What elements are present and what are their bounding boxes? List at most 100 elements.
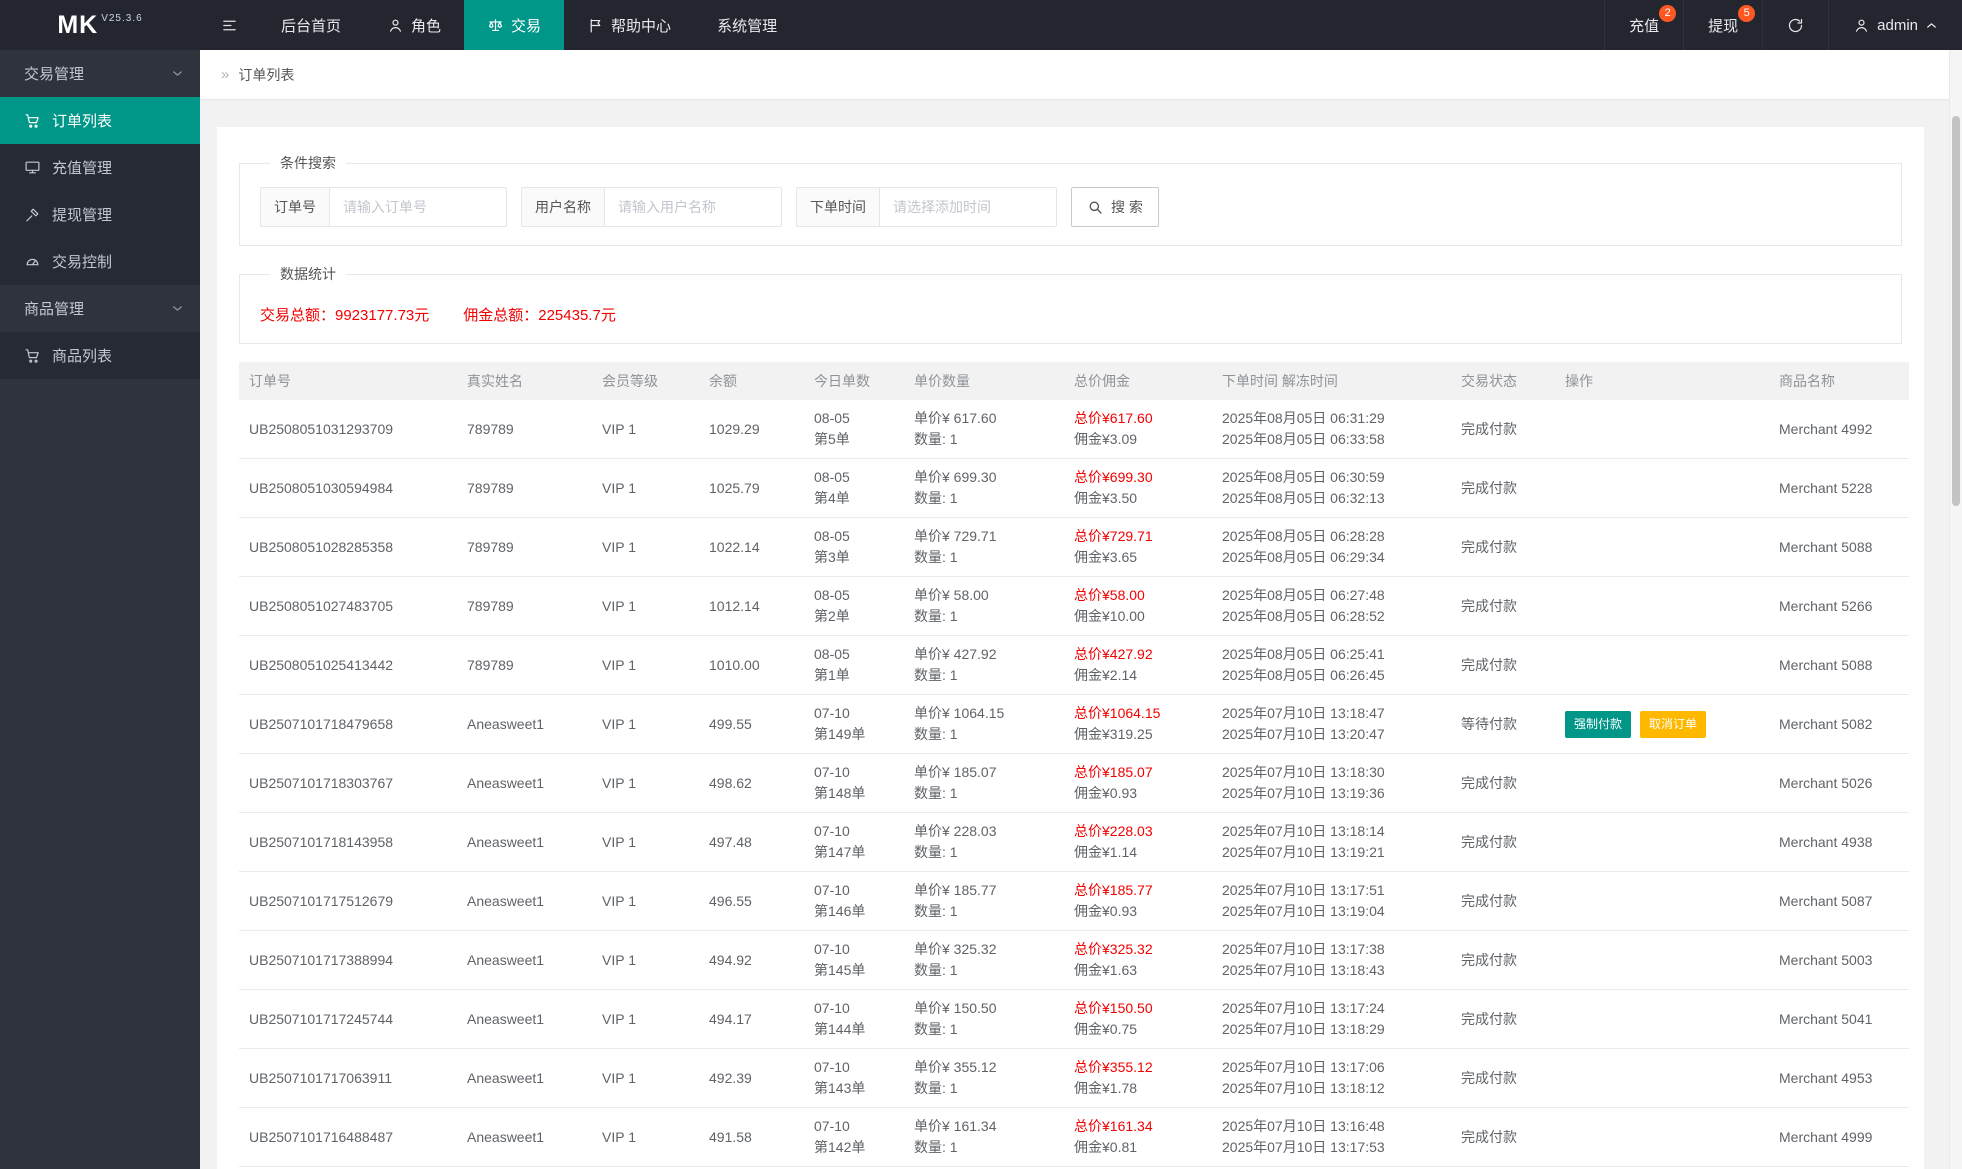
scrollbar-thumb[interactable]: [1952, 116, 1960, 506]
table-row: UB2507101717512679 Aneasweet1 VIP 1 496.55 0…: [239, 871, 1909, 931]
cell-total-commission: 总价¥699.30 佣金¥3.50: [1064, 458, 1212, 518]
sidebar-item-label: 充值管理: [52, 160, 113, 177]
search-fieldset: 条件搜索 订单号 用户名称 下单时间 搜 索: [239, 153, 1902, 246]
recharge-badge: 2: [1659, 5, 1677, 22]
cell-actions: [1555, 989, 1769, 1049]
sidebar-item-product-list[interactable]: 商品列表: [0, 332, 200, 379]
cell-unit-price-qty: 单价¥ 355.12 数量: 1: [904, 1048, 1064, 1108]
cell-order-no: UB2508051030594984: [239, 458, 457, 518]
cell-real-name: 789789: [457, 458, 592, 518]
sidebar-item-withdraw-management[interactable]: 提现管理: [0, 191, 200, 238]
cell-status: 完成付款: [1451, 576, 1555, 636]
cell-balance: 491.58: [699, 1107, 804, 1167]
sidebar-group-trade-management[interactable]: 交易管理: [0, 50, 200, 97]
refresh-button[interactable]: [1762, 0, 1828, 50]
cell-real-name: Aneasweet1: [457, 930, 592, 990]
order-list-card: 条件搜索 订单号 用户名称 下单时间 搜 索 数据统计 交易总额：9923177.73…: [217, 127, 1924, 1169]
cancel-order-button[interactable]: 取消订单: [1640, 710, 1707, 738]
withdraw-menu-item[interactable]: 提现 5: [1683, 0, 1762, 50]
sidebar-item-recharge-management[interactable]: 充值管理: [0, 144, 200, 191]
cell-real-name: Aneasweet1: [457, 1048, 592, 1108]
sidebar-subpanel: 订单列表充值管理提现管理 交易控制: [0, 97, 200, 285]
cell-real-name: 789789: [457, 576, 592, 636]
nav-item-label: 角色: [411, 17, 442, 35]
cell-real-name: Aneasweet1: [457, 812, 592, 872]
vertical-scrollbar[interactable]: [1949, 50, 1962, 1169]
cell-status: 等待付款: [1451, 694, 1555, 754]
cell-merchant: Merchant 5003: [1769, 930, 1909, 990]
cell-real-name: Aneasweet1: [457, 871, 592, 931]
chevron-up-icon: [1925, 19, 1938, 32]
cell-merchant: Merchant 5088: [1769, 635, 1909, 695]
cell-balance: 1010.00: [699, 635, 804, 695]
topbar: MK V25.3.6 后台首页 角色 交易 帮助中心 系统管理 充值 2 提现 5 ad…: [0, 0, 1962, 50]
cell-merchant: Merchant 5082: [1769, 694, 1909, 754]
cell-real-name: Aneasweet1: [457, 753, 592, 813]
cell-order-no: UB2508051028285358: [239, 517, 457, 577]
top-navigation: 后台首页 角色 交易 帮助中心 系统管理: [258, 0, 800, 50]
nav-item-dashboard[interactable]: 后台首页: [258, 0, 364, 50]
cell-unit-price-qty: 单价¥ 617.60 数量: 1: [904, 400, 1064, 459]
cell-order-no: UB2507101717245744: [239, 989, 457, 1049]
column-header: 总价佣金: [1064, 362, 1212, 400]
sidebar-item-trade-control[interactable]: 交易控制: [0, 238, 200, 285]
order-time-input[interactable]: [880, 188, 1056, 226]
cell-today-orders: 07-10 第145单: [804, 930, 904, 990]
cell-total-commission: 总价¥150.50 佣金¥0.75: [1064, 989, 1212, 1049]
cell-total-commission: 总价¥1064.15 佣金¥319.25: [1064, 694, 1212, 754]
cell-order-no: UB2507101718479658: [239, 694, 457, 754]
cell-actions: [1555, 871, 1769, 931]
user-icon: [387, 17, 404, 34]
table-row: UB2507101718303767 Aneasweet1 VIP 1 498.62 0…: [239, 753, 1909, 813]
cell-today-orders: 07-10 第142单: [804, 1107, 904, 1167]
cell-vip-level: VIP 1: [592, 576, 699, 636]
cell-merchant: Merchant 5087: [1769, 871, 1909, 931]
cell-order-no: UB2507101717512679: [239, 871, 457, 931]
stats-legend: 数据统计: [280, 266, 336, 282]
sidebar-item-order-list[interactable]: 订单列表: [0, 97, 200, 144]
orders-table-wrap: 订单号 真实姓名 会员等级 余额 今日单数 单价数量 总价佣金 下单时间 解冻时间 交易状态 操作…: [239, 362, 1909, 1169]
order-no-input[interactable]: [330, 188, 506, 226]
breadcrumb: » 订单列表: [200, 50, 1950, 99]
force-pay-button[interactable]: 强制付款: [1565, 710, 1632, 738]
cell-status: 完成付款: [1451, 458, 1555, 518]
search-button[interactable]: 搜 索: [1071, 187, 1159, 227]
search-row: 订单号 用户名称 下单时间 搜 索: [260, 187, 1881, 227]
cell-status: 完成付款: [1451, 400, 1555, 459]
nav-item-trade[interactable]: 交易: [464, 0, 565, 50]
user-name-input[interactable]: [605, 188, 781, 226]
recharge-menu-item[interactable]: 充值 2: [1604, 0, 1683, 50]
cell-order-no: UB2507101718143958: [239, 812, 457, 872]
app-window: MK V25.3.6 后台首页 角色 交易 帮助中心 系统管理 充值 2 提现 5 ad…: [0, 0, 1962, 1169]
cell-actions: [1555, 400, 1769, 459]
search-field-user-name: 用户名称: [521, 187, 782, 227]
nav-item-help-center[interactable]: 帮助中心: [564, 0, 694, 50]
column-header: 下单时间 解冻时间: [1212, 362, 1451, 400]
search-field-label: 下单时间: [797, 188, 880, 226]
recharge-label: 充值: [1629, 17, 1660, 35]
sidebar-toggle-button[interactable]: [200, 0, 258, 50]
admin-label: admin: [1877, 16, 1918, 34]
cell-vip-level: VIP 1: [592, 1048, 699, 1108]
cell-order-no: UB2508051025413442: [239, 635, 457, 695]
sidebar-group-product-management[interactable]: 商品管理: [0, 285, 200, 332]
cell-today-orders: 08-05 第5单: [804, 400, 904, 459]
column-header: 商品名称: [1769, 362, 1909, 400]
search-legend: 条件搜索: [280, 155, 336, 171]
cell-vip-level: VIP 1: [592, 871, 699, 931]
refresh-icon: [1787, 17, 1804, 34]
nav-item-roles[interactable]: 角色: [364, 0, 464, 50]
page-title: 订单列表: [238, 66, 295, 83]
cell-balance: 498.62: [699, 753, 804, 813]
cell-balance: 494.92: [699, 930, 804, 990]
cell-merchant: Merchant 5266: [1769, 576, 1909, 636]
cell-actions: [1555, 1048, 1769, 1108]
nav-item-label: 系统管理: [717, 17, 778, 35]
cell-times: 2025年07月10日 13:18:14 2025年07月10日 13:19:21: [1212, 812, 1451, 872]
total-amount-stat: 交易总额：9923177.73元: [260, 307, 430, 324]
search-button-label: 搜 索: [1111, 199, 1143, 215]
withdraw-badge: 5: [1738, 5, 1756, 22]
nav-item-system[interactable]: 系统管理: [694, 0, 800, 50]
admin-user-menu[interactable]: admin: [1828, 0, 1962, 50]
cell-total-commission: 总价¥427.92 佣金¥2.14: [1064, 635, 1212, 695]
